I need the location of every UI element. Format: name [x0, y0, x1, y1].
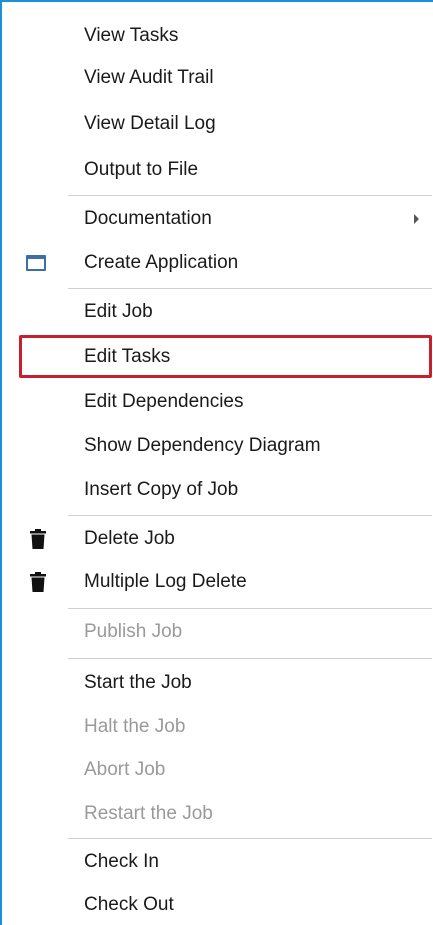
- menu-item-label: Check Out: [84, 894, 174, 915]
- menu-item-label: View Detail Log: [84, 113, 216, 134]
- menu-item-label: Halt the Job: [84, 716, 186, 737]
- menu-item-label: Output to File: [84, 159, 199, 180]
- menu-item-abort-job[interactable]: Abort Job: [4, 750, 433, 790]
- menu-item-label: Restart the Job: [84, 803, 213, 824]
- menu-separator: [68, 608, 432, 609]
- menu-item-label: Insert Copy of Job: [84, 479, 239, 500]
- menu-item-create-application[interactable]: Create Application: [4, 243, 433, 283]
- menu-item-label: Show Dependency Diagram: [84, 435, 321, 456]
- menu-item-view-audit-trail[interactable]: View Audit Trail: [4, 58, 433, 98]
- menu-item-start-the-job[interactable]: Start the Job: [4, 663, 433, 703]
- menu-item-label: View Tasks: [84, 25, 179, 46]
- menu-item-restart-the-job[interactable]: Restart the Job: [4, 794, 433, 834]
- menu-item-view-detail-log[interactable]: View Detail Log: [4, 104, 433, 144]
- menu-item-label: Documentation: [84, 208, 212, 229]
- menu-item-documentation[interactable]: Documentation: [4, 199, 433, 239]
- menu-item-label: Edit Job: [84, 301, 153, 322]
- menu-item-halt-the-job[interactable]: Halt the Job: [4, 707, 433, 747]
- menu-item-label: Delete Job: [84, 528, 175, 549]
- menu-item-insert-copy-of-job[interactable]: Insert Copy of Job: [4, 470, 433, 510]
- menu-item-check-in[interactable]: Check In: [4, 842, 433, 882]
- window-icon: [26, 255, 46, 271]
- trash-icon: [30, 572, 46, 592]
- trash-icon: [30, 529, 46, 549]
- menu-item-view-tasks[interactable]: View Tasks: [4, 16, 433, 56]
- context-menu: View Tasks View Audit Trail View Detail …: [0, 0, 433, 925]
- menu-item-label: Multiple Log Delete: [84, 571, 247, 592]
- menu-item-label: Publish Job: [84, 621, 183, 642]
- menu-item-label: Edit Tasks: [84, 345, 171, 367]
- menu-separator: [68, 838, 432, 839]
- menu-item-label: View Audit Trail: [84, 67, 214, 88]
- menu-item-label: Create Application: [84, 252, 239, 273]
- menu-item-edit-dependencies[interactable]: Edit Dependencies: [4, 382, 433, 422]
- menu-item-output-to-file[interactable]: Output to File: [4, 150, 433, 190]
- menu-item-publish-job[interactable]: Publish Job: [4, 612, 433, 652]
- menu-separator: [68, 658, 432, 659]
- menu-item-label: Start the Job: [84, 672, 192, 693]
- menu-item-multiple-log-delete[interactable]: Multiple Log Delete: [4, 562, 433, 602]
- chevron-right-icon: [414, 214, 419, 224]
- menu-item-delete-job[interactable]: Delete Job: [4, 519, 433, 559]
- menu-item-check-out[interactable]: Check Out: [4, 885, 433, 925]
- menu-item-label: Check In: [84, 851, 159, 872]
- menu-item-label: Edit Dependencies: [84, 391, 244, 412]
- menu-item-label: Abort Job: [84, 759, 166, 780]
- menu-separator: [68, 195, 432, 196]
- menu-item-show-dependency-diagram[interactable]: Show Dependency Diagram: [4, 426, 433, 466]
- menu-separator: [68, 515, 432, 516]
- menu-item-edit-job[interactable]: Edit Job: [4, 292, 433, 332]
- menu-separator: [68, 288, 432, 289]
- menu-item-edit-tasks[interactable]: Edit Tasks: [19, 335, 432, 378]
